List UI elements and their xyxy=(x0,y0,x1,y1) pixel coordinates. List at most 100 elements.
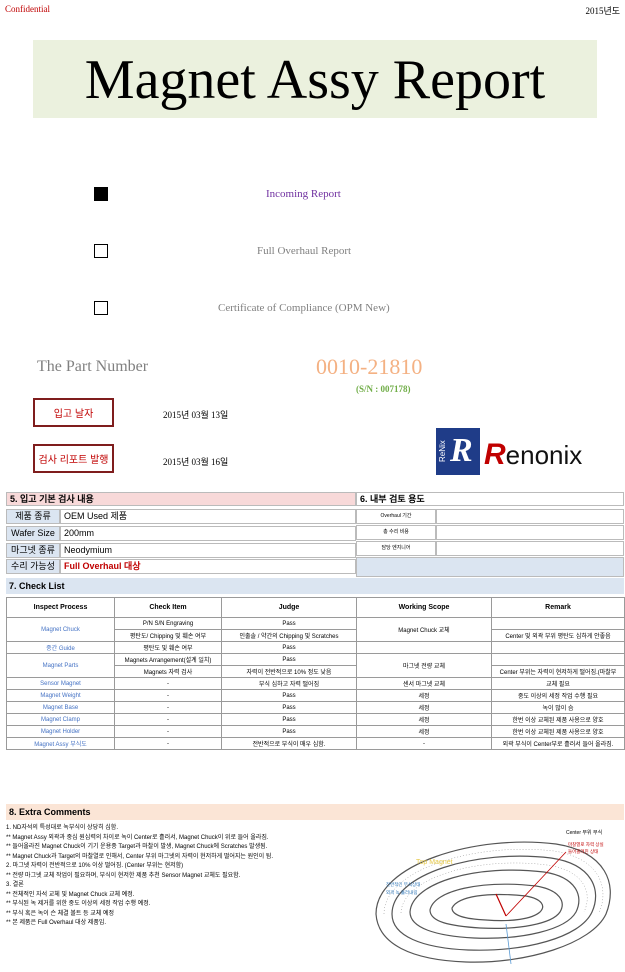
working-scope-cell: 세정 xyxy=(356,725,492,738)
comment-line: ** 전체적인 자석 교체 및 Magnet Chuck 교체 예정. xyxy=(6,891,135,898)
working-scope-cell: 마그넷 전량 교체 xyxy=(356,653,492,678)
table-row: Magnet Weight - Pass 세정 중도 이상의 세정 작업 수행 … xyxy=(6,689,625,702)
judge-cell: Pass xyxy=(221,653,357,666)
incoming-report-checkbox[interactable] xyxy=(94,187,108,201)
section-5-heading: 5. 입고 기본 검사 내용 xyxy=(6,492,356,506)
remark-cell: Center 및 외곽 부위 평탄도 심하게 안좋음 xyxy=(491,629,625,642)
table-row: Sensor Magnet - 부식 심하고 자력 떨어짐 센서 마그넷 교체 … xyxy=(6,677,625,690)
part-number-label: The Part Number xyxy=(37,358,149,375)
check-item-cell: - xyxy=(114,725,222,738)
remark-cell xyxy=(491,617,625,630)
check-item-cell: Magnets 자력 검사 xyxy=(114,665,222,678)
comment-line: 2. 마그넷 자력이 전반적으로 10% 이상 떨어짐. (Center 부위는… xyxy=(6,863,184,869)
comment-line: 1. ND자석의 특성대로 녹부식이 상당히 심함. xyxy=(6,825,118,831)
title-banner: Magnet Assy Report xyxy=(33,40,597,118)
full-overhaul-report-checkbox[interactable] xyxy=(94,244,108,258)
certificate-of-compliance-checkbox[interactable] xyxy=(94,301,108,315)
column-header: Inspect Process xyxy=(6,597,115,618)
logo-vertical-text: ReNix xyxy=(438,440,447,463)
inspect-process-cell: Magnet Chuck xyxy=(6,617,115,642)
logo-first-letter: R xyxy=(484,438,506,471)
judge-cell: Pass xyxy=(221,641,357,654)
comment-line: ** 부식 혹은 녹이 슨 체결 볼트 등 교체 예정 xyxy=(6,910,114,917)
check-item-cell: 평탄도/ Chipping 및 훼손 여부 xyxy=(114,629,222,642)
check-item-cell: Magnets Arrangement(설계 일치) xyxy=(114,653,222,666)
full-overhaul-report-label: Full Overhaul Report xyxy=(257,245,352,257)
info-value: 200mm xyxy=(60,526,356,541)
internal-value[interactable] xyxy=(436,525,624,540)
remark-cell: 외곽 부식이 Center부로 흘러서 들어 올라짐. xyxy=(491,737,625,750)
check-list-header-row: Inspect Process Check Item Judge Working… xyxy=(6,597,625,618)
internal-row: Overhaul 기간 xyxy=(356,509,624,524)
check-item-cell: - xyxy=(114,677,222,690)
internal-key: 담당 엔지니어 xyxy=(356,541,436,556)
judge-cell: 자력이 전반적으로 10% 정도 낮음 xyxy=(221,665,357,678)
info-row: 제품 종류 OEM Used 제품 xyxy=(6,509,356,524)
working-scope-cell: - xyxy=(356,737,492,750)
check-item-cell: - xyxy=(114,713,222,726)
check-item-cell: - xyxy=(114,689,222,702)
remark-cell xyxy=(491,641,625,654)
info-value: OEM Used 제품 xyxy=(60,509,356,524)
table-row: Magnet Assy 부식도 - 전반적으로 부식이 매우 심함. - 외곽 … xyxy=(6,737,625,750)
logo-rest: enonix xyxy=(505,440,583,470)
working-scope-cell xyxy=(356,641,492,654)
extra-comments: 1. ND자석의 특성대로 녹부식이 상당히 심함. ** Magnet Ass… xyxy=(6,824,346,929)
judge-cell: 인출솔 / 약간의 Chipping 및 Scratches xyxy=(221,629,357,642)
inspect-process-cell: 중간 Guide xyxy=(6,641,115,654)
section-7-heading: 7. Check List xyxy=(6,578,624,594)
certificate-of-compliance-label: Certificate of Compliance (OPM New) xyxy=(218,302,390,314)
judge-cell: Pass xyxy=(221,713,357,726)
info-key: 제품 종류 xyxy=(6,509,60,524)
incoming-date-label: 입고 날자 xyxy=(33,398,114,427)
check-item-cell: - xyxy=(114,701,222,714)
internal-key: 총 수리 비용 xyxy=(356,525,436,540)
blue-pointer-line xyxy=(505,923,512,965)
info-value: Full Overhaul 대상 xyxy=(60,559,356,574)
comment-line: ** 전량 마그넷 교체 작업이 필요하며, 부식이 현저한 제품 추천 Sen… xyxy=(6,872,241,879)
info-row: Wafer Size 200mm xyxy=(6,526,356,541)
working-scope-cell: 세정 xyxy=(356,689,492,702)
magnet-assy-diagram: Center 부위 부식 마찰열로 자력 상실 들어올려진 상태 전반적인 부식… xyxy=(375,829,611,965)
comment-line: ** Magnet Assy 외곽과 중심 원심력의 차이로 녹이 Center… xyxy=(6,834,269,841)
red-callout-line xyxy=(495,893,507,917)
internal-row: 총 수리 비용 xyxy=(356,525,624,540)
check-item-cell: 평탄도 및 훼손 여부 xyxy=(114,641,222,654)
info-key: 마그넷 종류 xyxy=(6,543,60,558)
remark-cell: 녹이 많이 슴 xyxy=(491,701,625,714)
label-overall-corrosion: 전반적인 부식상태 xyxy=(386,881,420,888)
remark-cell: Center 부위는 자력이 현저하게 떨어짐.(마찰부 xyxy=(491,665,625,678)
outer-ring xyxy=(375,841,611,963)
judge-cell: Pass xyxy=(221,725,357,738)
comment-line: ** Magnet Chuck과 Target의 마찰열로 인해서, Cente… xyxy=(6,853,273,860)
working-scope-cell: 세정 xyxy=(356,701,492,714)
info-row: 마그넷 종류 Neodymium xyxy=(6,543,356,558)
inspect-process-cell: Magnet Parts xyxy=(6,653,115,678)
working-scope-cell: 센서 마그넷 교체 xyxy=(356,677,492,690)
inspect-process-cell: Magnet Assy 부식도 xyxy=(6,737,115,750)
confidential-label: Confidential xyxy=(5,4,50,14)
year-label: 2015년도 xyxy=(585,6,620,16)
incoming-date-value: 2015년 03월 13일 xyxy=(163,410,229,420)
working-scope-cell: Magnet Chuck 교체 xyxy=(356,617,492,642)
table-row: Magnet Parts Magnets Arrangement(설계 일치) … xyxy=(6,653,625,678)
renonix-logo-text: Renonix xyxy=(484,438,582,472)
inspect-process-cell: Magnet Holder xyxy=(6,725,115,738)
judge-cell: Pass xyxy=(221,701,357,714)
internal-value[interactable] xyxy=(436,509,624,524)
column-header: Remark xyxy=(491,597,625,618)
info-row: 수리 가능성 Full Overhaul 대상 xyxy=(6,559,356,574)
internal-value[interactable] xyxy=(436,541,624,556)
internal-key: Overhaul 기간 xyxy=(356,509,436,524)
comment-line: ** 들어올라진 Magnet Chuck이 기기 운용중 Target과 마찰… xyxy=(6,844,268,850)
incoming-report-label: Incoming Report xyxy=(266,188,341,200)
report-issue-date-label: 검사 리포트 발행 xyxy=(33,444,114,473)
info-key: 수리 가능성 xyxy=(6,559,60,574)
label-outer-rust: 외곽 녹 흘러내림 xyxy=(386,889,417,896)
check-list-table: Inspect Process Check Item Judge Working… xyxy=(6,597,625,750)
page-title: Magnet Assy Report xyxy=(84,49,546,111)
remark-cell: 교체 필요 xyxy=(491,677,625,690)
table-row: Magnet Chuck P/N S/N Engraving Pass Magn… xyxy=(6,617,625,642)
report-issue-date-value: 2015년 03월 16일 xyxy=(163,457,229,467)
table-row: Magnet Holder - Pass 세정 한번 이상 교체된 제품 사용으… xyxy=(6,725,625,738)
